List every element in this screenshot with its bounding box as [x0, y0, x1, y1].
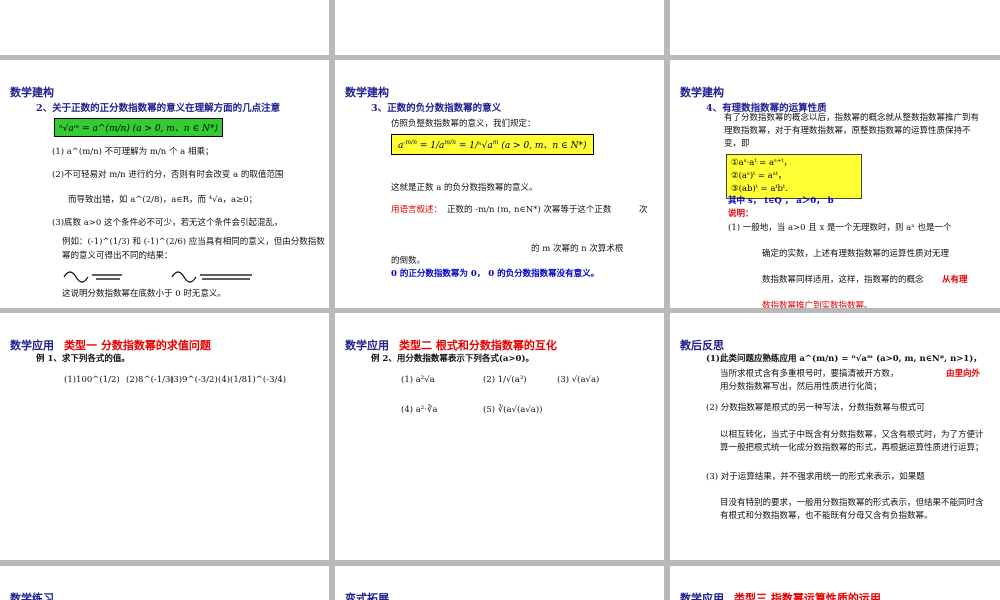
slide-reflection[interactable]: 教后反思 (1)此类问题应熟练应用 a^(m/n) = ⁿ√aᵐ (a>0, m…: [670, 313, 1000, 560]
slide-meaning-notes[interactable]: 数学建构 2、关于正数的正分数指数幂的意义在理解方面的几点注意 ⁿ√aᵐ = a…: [0, 60, 329, 308]
verbal-label: 用语言叙述：: [391, 205, 443, 215]
slide-header: 数学建构: [10, 86, 54, 99]
definition-box: a-m/n = 1/am/n = 1/ⁿ√am (a > 0, m、n ∈ N*…: [391, 134, 594, 155]
problem-1: (1)100^(1/2): [64, 375, 120, 385]
reflection-1-red: 由里向外: [946, 369, 981, 379]
reflection-1c: 用分数指数幂写出，然后用性质进行化简；: [720, 382, 882, 392]
definition-box: ⁿ√aᵐ = a^(m/n) (a > 0, m、n ∈ N*): [54, 118, 223, 137]
slide-3-top-right[interactable]: [670, 0, 1000, 55]
note-2b: 而导致出错，如 a^(2/8)，a∈R，而 ⁴√a，a≥0；: [68, 195, 258, 205]
note-4: 数指数幂推广到实数指数幂。: [762, 301, 873, 308]
note-2: (2)不可轻易对 m/n 进行约分，否则有时会改变 a 的取值范围: [52, 170, 284, 180]
problem-2: (2) 1/√(a³): [483, 375, 527, 385]
type-tag: 类型三 指数幂运算性质的运用: [734, 592, 881, 600]
verbal-text-3: 的倒数。: [391, 256, 426, 266]
note-label: 说明：: [728, 209, 754, 219]
problem-3: (3)9^(-3/2): [170, 375, 218, 385]
example-prompt: 例 2、用分数指数幂表示下列各式(a>0)。: [371, 354, 534, 364]
slide-header: 变式拓展: [345, 592, 389, 600]
header-text: 数学应用: [680, 592, 724, 600]
slide-practice[interactable]: 数学练习: [0, 566, 329, 600]
definition-lhs: a-m/n = 1/am/n = 1/ⁿ√am: [398, 139, 499, 151]
note-3: 数指数幂同样适用，这样，指数幂的的概念: [762, 275, 924, 285]
section-title: 2、关于正数的正分数指数幂的意义在理解方面的几点注意: [36, 103, 281, 114]
note-3: (3)底数 a>0 这个条件必不可少，若无这个条件会引起混乱，: [52, 218, 283, 228]
slide-header: 数学建构: [345, 86, 389, 99]
slide-example-2[interactable]: 数学应用 类型二 根式和分数指数幂的互化 例 2、用分数指数幂表示下列各式(a>0…: [335, 313, 664, 560]
note-3c: 幂的意义可得出不同的结果：: [62, 251, 173, 261]
reflection-2: (2) 分数指数幂是根式的另一种写法，分数指数幂与根式可: [706, 403, 925, 413]
slide-example-3[interactable]: 数学应用 类型三 指数幂运算性质的运用: [670, 566, 1000, 600]
property-1: ①aˢ·aᵗ = aˢ⁺ᵗ，: [731, 158, 792, 168]
slide-header: 数学应用 类型二 根式和分数指数幂的互化: [345, 337, 557, 353]
property-condition: 其中 s， t∈Q ， a＞0， b: [728, 196, 834, 206]
reflection-1: (1)此类问题应熟练应用 a^(m/n) = ⁿ√aᵐ (a>0, m, n∈N…: [706, 354, 982, 364]
problem-4: (4) a²·∛a: [401, 405, 438, 415]
properties-box: ①aˢ·aᵗ = aˢ⁺ᵗ， ②(aˢ)ᵗ = aˢᵗ， ③(ab)ᵗ = aᵗ…: [726, 154, 862, 199]
slide-header: 数学应用 类型三 指数幂运算性质的运用: [680, 590, 881, 600]
slide-1-top-left[interactable]: [0, 0, 329, 55]
problem-2: (2)8^(-1/3): [126, 375, 174, 385]
slide-header: 数学练习: [10, 592, 54, 600]
note-3b: 例如：(-1)^(1/3) 和 (-1)^(2/6) 应当具有相同的意义，但由分…: [62, 237, 325, 247]
definition-condition: (a > 0, m、n ∈ N*): [501, 141, 587, 151]
zero-power-note: 0 的正分数指数幂为 0， 0 的负分数指数幂没有意义。: [391, 269, 600, 279]
slide-extension[interactable]: 变式拓展: [335, 566, 664, 600]
note-3d: 这说明分数指数幂在底数小于 0 时无意义。: [62, 289, 226, 299]
meaning-text: 这就是正数 a 的负分数指数幂的意义。: [391, 183, 538, 193]
type-tag: 类型一 分数指数幂的求值问题: [64, 339, 211, 352]
header-text: 数学应用: [345, 339, 389, 352]
slide-example-1[interactable]: 数学应用 类型一 分数指数幂的求值问题 例 1、求下列各式的值。 (1)100^(…: [0, 313, 329, 560]
slide-negative-exponent[interactable]: 数学建构 3、正数的负分数指数幂的意义 仿照负整数指数幂的意义，我们规定： a-…: [335, 60, 664, 308]
note-1: (1) a^(m/n) 不可理解为 m/n 个 a 相乘；: [52, 147, 214, 157]
type-tag: 类型二 根式和分数指数幂的互化: [399, 339, 557, 352]
section-title: 3、正数的负分数指数幂的意义: [371, 103, 502, 114]
reflection-1b: 当所求根式含有多重根号时，要搞清被开方数，: [720, 369, 899, 379]
problem-3: (3) √(a√a): [557, 375, 600, 385]
slide-rational-properties[interactable]: 数学建构 4、有理数指数幂的运算性质 有了分数指数幂的概念以后，指数幂的概念就从…: [670, 60, 1000, 308]
intro-paragraph: 有了分数指数幂的概念以后，指数幂的概念就从整数指数幂推广到有理数指数幂，对于有理…: [724, 113, 980, 149]
reflection-3: (3) 对于运算结果，并不强求用统一的形式来表示，如果题: [706, 472, 925, 482]
problem-5: (5) ∛(a√(a√a)): [483, 405, 543, 415]
note-3-red: 从有理: [942, 275, 968, 285]
property-2: ②(aˢ)ᵗ = aˢᵗ，: [731, 171, 787, 181]
scribble-formula-graphic: [63, 271, 252, 283]
slide-2-top-middle[interactable]: [335, 0, 664, 55]
slide-header: 数学应用 类型一 分数指数幂的求值问题: [10, 337, 211, 353]
note-1: (1) 一般地，当 a>0 且 x 是一个无理数时，则 aˣ 也是一个: [728, 223, 952, 233]
verbal-text-2: 的 m 次幂的 n 次算术根: [531, 244, 624, 254]
definition-formula: ⁿ√aᵐ = a^(m/n) (a > 0, m、n ∈ N*): [59, 124, 218, 134]
reflection-3b: 目没有特别的要求，一般用分数指数幂的形式表示，但结果不能同时含有根式和分数指数幂…: [720, 498, 984, 521]
verbal-text-end: 次: [639, 205, 648, 215]
verbal-text: 正数的 -m/n (m, n∈N*) 次幂等于这个正数: [447, 205, 612, 215]
intro-text: 仿照负整数指数幂的意义，我们规定：: [391, 119, 536, 129]
slide-header: 数学建构: [680, 86, 724, 99]
problem-4: (4)(1/81)^(-3/4): [218, 375, 287, 385]
note-2: 确定的实数，上述有理数指数幂的运算性质对无理: [762, 249, 950, 259]
example-prompt: 例 1、求下列各式的值。: [36, 354, 130, 364]
slide-header: 教后反思: [680, 339, 724, 352]
problem-1: (1) a²√a: [401, 375, 435, 385]
reflection-2b: 以相互转化，当式子中既含有分数指数幂，又含有根式时，为了方便计算一般把根式统一化…: [720, 430, 984, 453]
header-text: 数学应用: [10, 339, 54, 352]
